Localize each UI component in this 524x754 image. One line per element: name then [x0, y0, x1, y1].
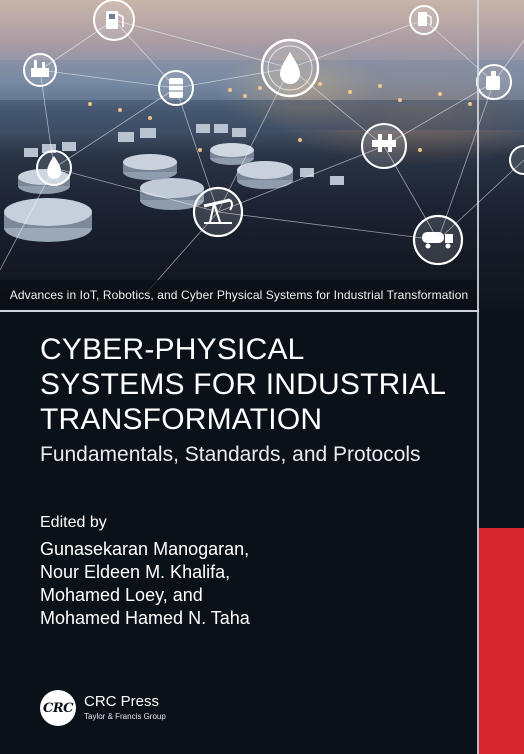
divider-line [0, 310, 524, 312]
book-title-line-3: TRANSFORMATION [40, 403, 323, 436]
book-title-line-2: SYSTEMS FOR INDUSTRIAL [40, 368, 447, 401]
node-flame [36, 150, 72, 186]
crc-logo-text: CRC [43, 700, 74, 716]
series-banner: Advances in IoT, Robotics, and Cyber Phy… [0, 280, 478, 310]
node-pump-jack [192, 186, 244, 238]
node-oil-can [476, 64, 512, 100]
network-illustration [0, 0, 524, 301]
cover-photo-industrial-network: Advances in IoT, Robotics, and Cyber Phy… [0, 0, 524, 310]
book-title-line-1: CYBER-PHYSICAL [40, 333, 305, 366]
editor-1: Gunasekaran Manogaran, [40, 539, 250, 559]
publisher-group: Taylor & Francis Group [84, 712, 166, 721]
crc-press-logo: CRC [40, 690, 76, 726]
node-oil-drum [158, 70, 194, 106]
editor-4: Mohamed Hamed N. Taha [40, 608, 250, 628]
node-tanker-truck [412, 214, 464, 266]
node-gas-station [409, 5, 439, 35]
edited-by-label: Edited by [40, 514, 107, 531]
vertical-divider [477, 0, 479, 754]
node-refinery [23, 53, 57, 87]
editor-3: Mohamed Loey, and [40, 585, 203, 605]
editor-2: Nour Eldeen M. Khalifa, [40, 562, 231, 582]
node-pipeline [361, 123, 407, 169]
node-oil-drop [260, 38, 320, 98]
book-subtitle: Fundamentals, Standards, and Protocols [40, 443, 421, 466]
series-title: Advances in IoT, Robotics, and Cyber Phy… [9, 288, 469, 302]
publisher-name: CRC Press [84, 693, 160, 710]
node-fuel-pump [93, 0, 135, 41]
red-accent-strip [479, 528, 524, 754]
book-cover: Advances in IoT, Robotics, and Cyber Phy… [0, 0, 524, 754]
node-partial-right [509, 145, 524, 175]
